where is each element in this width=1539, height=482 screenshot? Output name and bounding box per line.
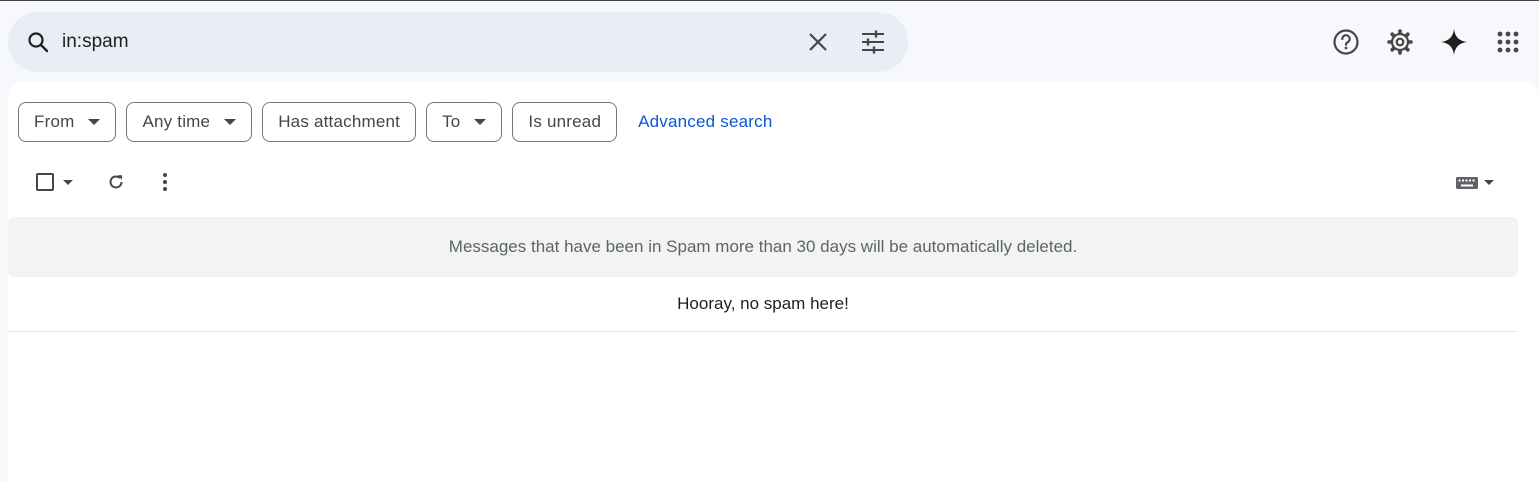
chip-from[interactable]: From	[18, 102, 117, 142]
input-tools-button[interactable]	[1444, 162, 1504, 202]
refresh-button[interactable]	[96, 162, 136, 202]
chip-label: Has attachment	[278, 112, 401, 131]
top-bar	[0, 1, 1539, 81]
sparkle-icon[interactable]	[1433, 21, 1475, 63]
caret-down-icon	[474, 119, 487, 125]
main-panel: From Any time Has attachment To Is unrea…	[8, 82, 1539, 482]
chip-has-attachment[interactable]: Has attachment	[262, 102, 417, 142]
more-options-button[interactable]	[145, 162, 185, 202]
list-toolbar	[26, 162, 1526, 202]
advanced-search-link[interactable]: Advanced search	[638, 112, 772, 132]
search-bar	[8, 12, 908, 72]
chip-label: To	[442, 112, 461, 131]
spam-notice-text: Messages that have been in Spam more tha…	[448, 237, 1078, 256]
chip-label: Is unread	[528, 112, 602, 131]
help-icon[interactable]	[1325, 21, 1367, 63]
chip-is-unread[interactable]: Is unread	[512, 102, 618, 142]
checkbox-icon	[35, 173, 54, 191]
search-icon[interactable]	[18, 22, 58, 62]
caret-down-icon	[1483, 179, 1494, 185]
spam-notice: Messages that have been in Spam more tha…	[8, 217, 1518, 277]
header-actions	[1313, 21, 1529, 63]
empty-state: Hooray, no spam here!	[8, 277, 1518, 332]
refresh-icon	[109, 175, 123, 189]
gear-icon[interactable]	[1379, 21, 1421, 63]
tune-icon[interactable]	[853, 22, 893, 62]
caret-down-icon	[88, 119, 101, 125]
chip-to[interactable]: To	[426, 102, 503, 142]
filter-chips: From Any time Has attachment To Is unrea…	[18, 102, 772, 142]
caret-down-icon	[62, 179, 73, 185]
keyboard-icon	[1455, 177, 1478, 189]
empty-state-text: Hooray, no spam here!	[677, 294, 849, 313]
close-icon[interactable]	[798, 22, 838, 62]
chip-label: Any time	[142, 112, 211, 131]
chip-any-time[interactable]: Any time	[126, 102, 253, 142]
search-input[interactable]	[62, 26, 782, 58]
chip-label: From	[34, 112, 75, 131]
more-vert-icon	[163, 173, 167, 191]
apps-grid-icon[interactable]	[1487, 21, 1529, 63]
select-all-checkbox[interactable]	[30, 162, 78, 202]
caret-down-icon	[224, 119, 237, 125]
